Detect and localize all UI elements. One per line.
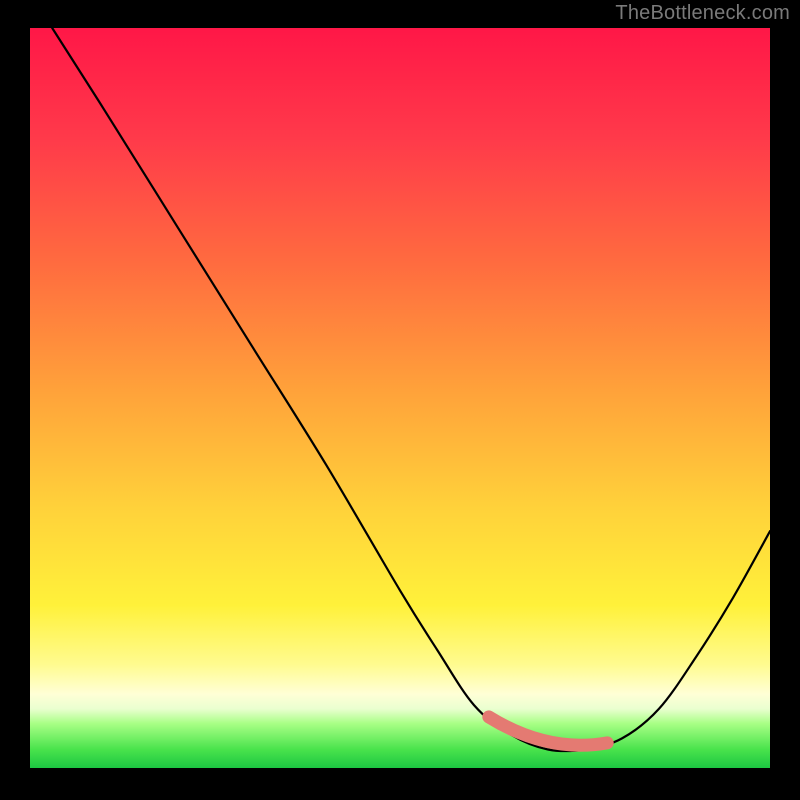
trough-highlight xyxy=(489,717,607,745)
chart-container: TheBottleneck.com xyxy=(0,0,800,800)
curve-line xyxy=(52,28,770,751)
chart-plot-area xyxy=(30,28,770,768)
chart-svg xyxy=(30,28,770,768)
attribution-text: TheBottleneck.com xyxy=(615,2,790,25)
